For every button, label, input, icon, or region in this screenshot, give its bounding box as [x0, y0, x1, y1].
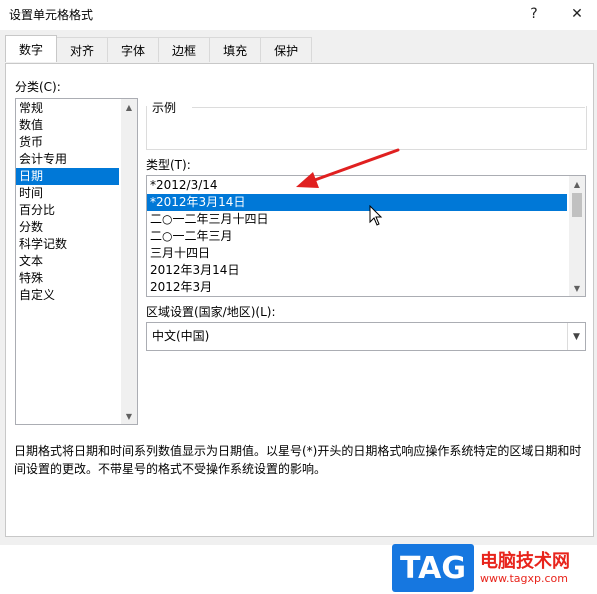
annotation-arrow-icon [296, 148, 400, 188]
mouse-cursor-icon [369, 205, 383, 226]
watermark-title: 电脑技术网 [480, 551, 570, 572]
watermark-url: www.tagxp.com [480, 572, 568, 585]
tag-logo: TAG [392, 544, 474, 592]
tab-number[interactable]: 数字 [5, 35, 58, 62]
